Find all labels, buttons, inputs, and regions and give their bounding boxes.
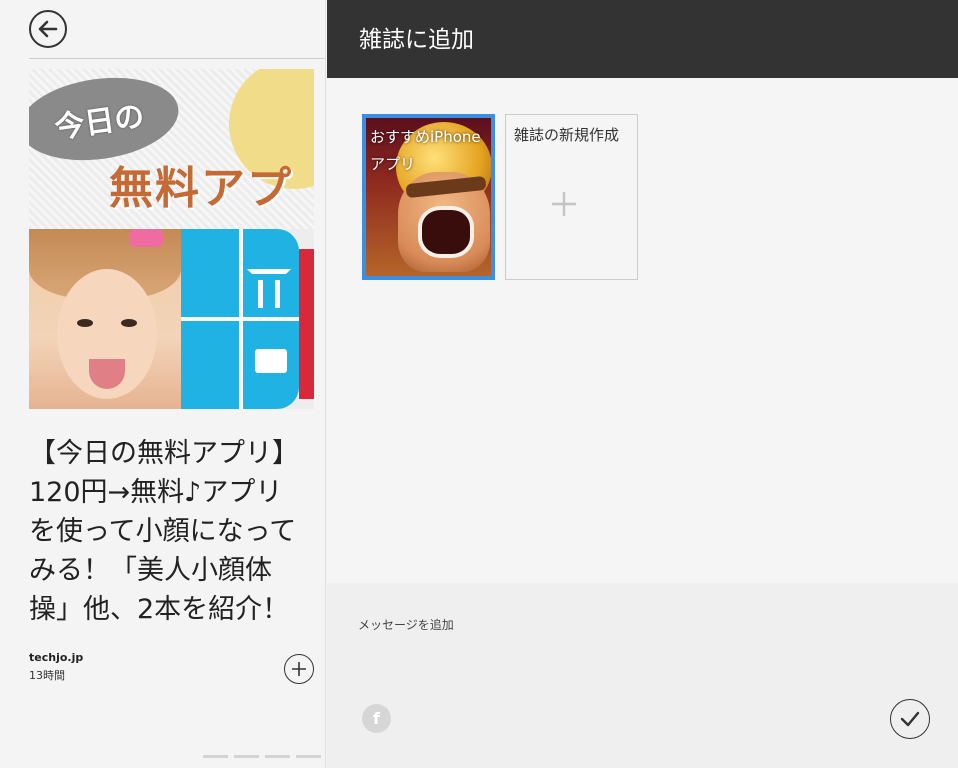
article-source: techjo.jp (29, 651, 84, 664)
header-divider (29, 58, 325, 59)
cover-mouth (418, 206, 474, 258)
cake-icon (255, 349, 287, 373)
panel-header: 雑誌に追加 (327, 0, 958, 78)
torii-icon (247, 269, 291, 308)
hero-eye-right (121, 319, 137, 327)
confirm-button[interactable] (890, 699, 930, 739)
add-article-button[interactable] (284, 654, 314, 684)
back-button[interactable] (29, 10, 67, 48)
hero-banner: 無料アプ (29, 141, 314, 227)
article-title[interactable]: 【今日の無料アプリ】120円→無料♪アプリを使って小顔になってみる！「美人小顔体… (29, 434, 309, 629)
plus-circle-icon (292, 662, 306, 676)
facebook-share-button[interactable]: f (362, 704, 391, 733)
arrow-left-icon (38, 20, 58, 38)
facebook-icon: f (373, 709, 380, 728)
hero-banner-text: 無料アプ (109, 163, 293, 214)
panel-title: 雑誌に追加 (359, 27, 474, 53)
hero-bubble-text: 今日の (52, 98, 147, 147)
page-dot (234, 755, 259, 758)
page-dot (265, 755, 290, 758)
article-time: 13時間 (29, 669, 65, 682)
page-dot (296, 755, 321, 758)
page-indicator (203, 755, 321, 758)
article-pane: 今日の 無料アプ 【今日の無料アプリ】120円→無料♪アプリを使って小顔になって… (0, 0, 326, 768)
article-hero-image[interactable]: 今日の 無料アプ (29, 69, 314, 409)
checkmark-icon (900, 711, 920, 727)
magazine-tile-label: おすすめiPhoneアプリ (370, 128, 481, 173)
hero-edge-graphic (299, 249, 314, 399)
app-icon-divider-h (181, 317, 299, 321)
message-input[interactable] (358, 613, 918, 637)
magazine-tile-selected[interactable]: おすすめiPhoneアプリ (362, 114, 495, 280)
add-to-magazine-panel: 雑誌に追加 おすすめiPhoneアプリ 雑誌の新規作成 f (327, 0, 958, 768)
message-area: f (327, 583, 958, 768)
hero-hair-bow (129, 229, 163, 247)
hero-app-icon (181, 229, 299, 409)
new-magazine-tile[interactable]: 雑誌の新規作成 (505, 114, 638, 280)
hero-eye-left (77, 319, 93, 327)
plus-icon (552, 192, 576, 216)
page-dot (203, 755, 228, 758)
new-magazine-label: 雑誌の新規作成 (514, 126, 620, 144)
app-window: 今日の 無料アプ 【今日の無料アプリ】120円→無料♪アプリを使って小顔になって… (0, 0, 958, 768)
